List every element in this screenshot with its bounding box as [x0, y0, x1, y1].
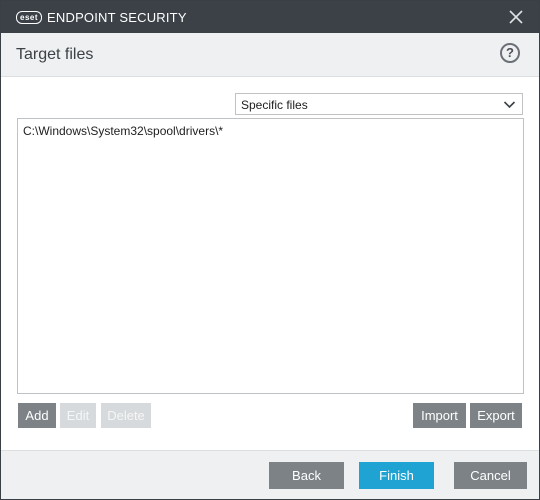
delete-button[interactable]: Delete — [101, 403, 151, 428]
page-header: Target files ? — [1, 33, 539, 77]
product-name: ENDPOINT SECURITY — [47, 9, 187, 25]
list-item[interactable]: C:\Windows\System32\spool\drivers\* — [23, 124, 223, 138]
import-button[interactable]: Import — [413, 403, 466, 428]
edit-button[interactable]: Edit — [60, 403, 96, 428]
cancel-button[interactable]: Cancel — [454, 462, 527, 489]
chevron-down-icon — [503, 101, 516, 109]
add-button[interactable]: Add — [18, 403, 56, 428]
target-type-dropdown[interactable]: Specific files — [235, 93, 523, 115]
dialog-window: eset ENDPOINT SECURITY Target files ? Sp… — [0, 0, 540, 500]
dialog-footer: Back Finish Cancel — [1, 450, 539, 499]
help-button[interactable]: ? — [500, 43, 520, 63]
eset-logo: eset ENDPOINT SECURITY — [16, 9, 187, 25]
back-button[interactable]: Back — [269, 462, 344, 489]
title-bar: eset ENDPOINT SECURITY — [1, 1, 539, 33]
brand-badge: eset — [16, 10, 43, 24]
close-button[interactable] — [507, 8, 525, 26]
close-icon — [509, 10, 523, 24]
dropdown-selected-value: Specific files — [241, 98, 308, 112]
export-button[interactable]: Export — [470, 403, 522, 428]
finish-button[interactable]: Finish — [359, 462, 434, 489]
target-files-list[interactable]: C:\Windows\System32\spool\drivers\* — [17, 118, 524, 394]
page-title: Target files — [16, 46, 94, 63]
